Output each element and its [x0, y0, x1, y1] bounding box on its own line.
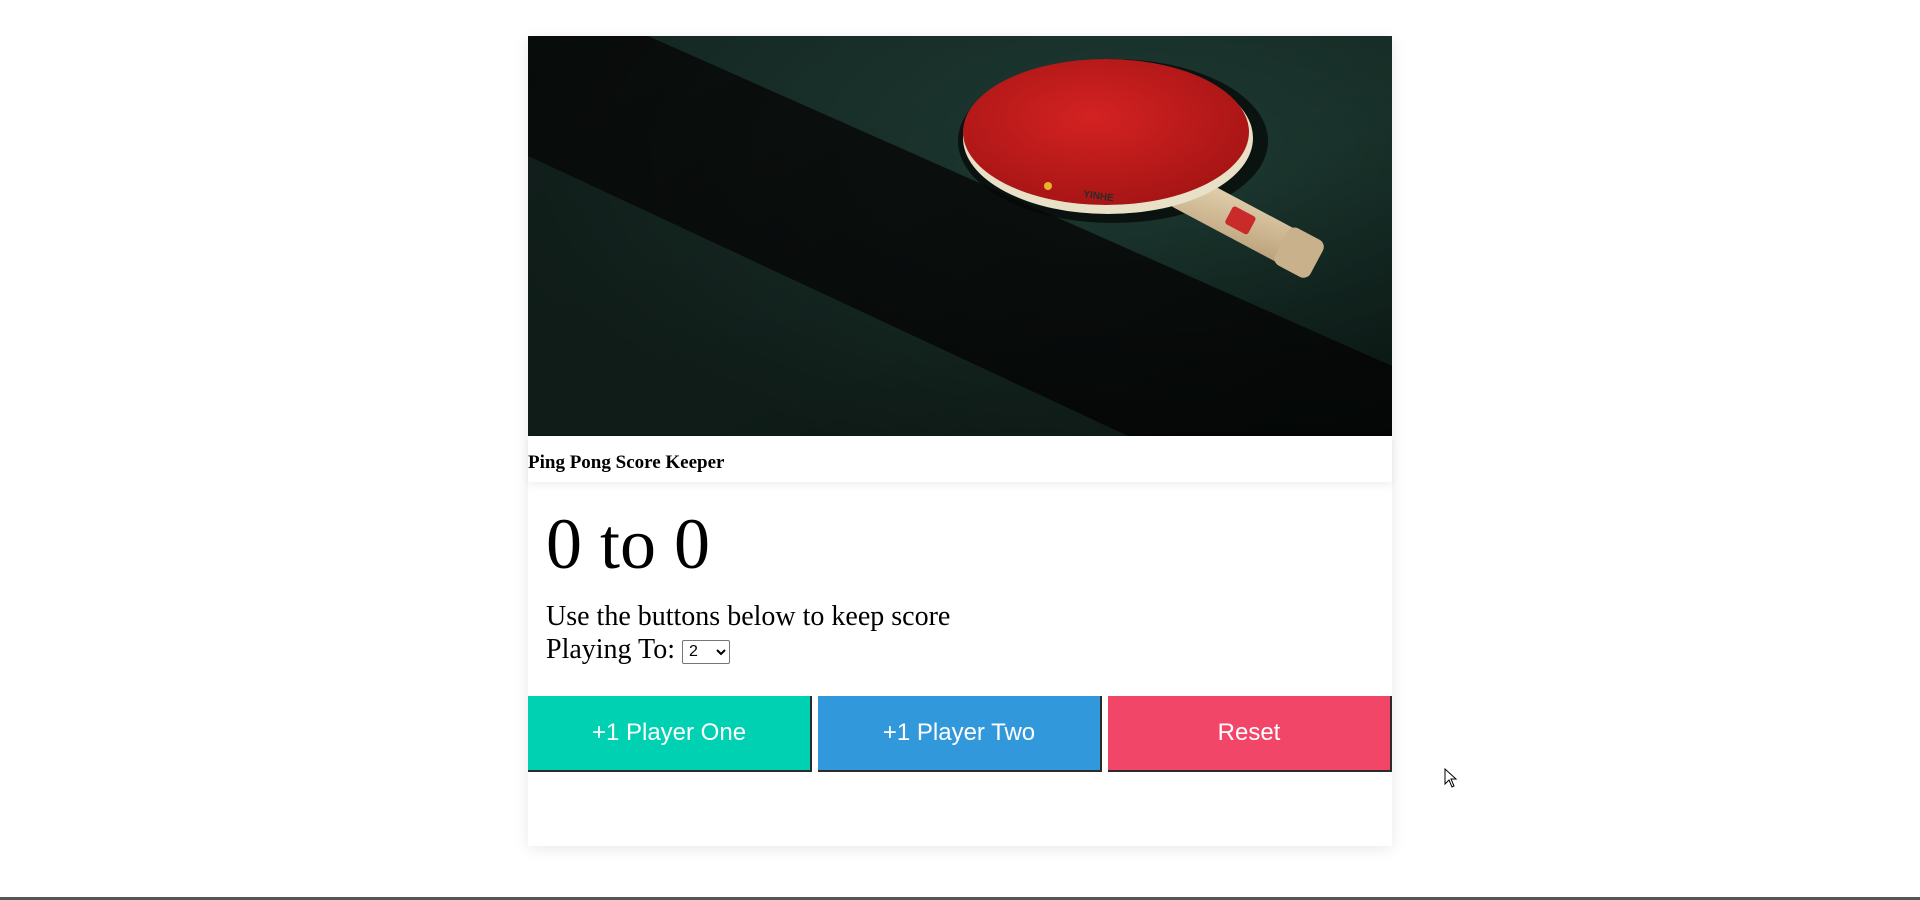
playing-to-select[interactable]: 2	[681, 639, 730, 664]
card-header: Ping Pong Score Keeper	[528, 436, 1392, 482]
player-one-button[interactable]: +1 Player One	[528, 696, 812, 772]
card-content: 0 to 0 Use the buttons below to keep sco…	[528, 482, 1392, 666]
instructions-text: Use the buttons below to keep score	[546, 601, 951, 632]
page-title: Ping Pong Score Keeper	[528, 452, 725, 473]
score-keeper-card: YINHE Ping Pong Score Keeper 0 to 0 Use …	[528, 36, 1392, 846]
ping-pong-paddle-icon: YINHE	[528, 36, 1392, 436]
score-separator: to	[600, 504, 657, 584]
ping-pong-paddle-image: YINHE	[528, 36, 1392, 436]
player-two-button[interactable]: +1 Player Two	[818, 696, 1102, 772]
score-display: 0 to 0	[546, 482, 1374, 586]
playing-to-label: Playing To:	[546, 634, 675, 665]
reset-button[interactable]: Reset	[1108, 696, 1392, 772]
player-two-score: 0	[674, 504, 711, 584]
mouse-cursor-icon	[1444, 767, 1458, 793]
page: YINHE Ping Pong Score Keeper 0 to 0 Use …	[0, 0, 1920, 900]
player-one-score: 0	[546, 504, 582, 584]
playing-to-row: Playing To: 2	[546, 633, 1374, 666]
button-bar: +1 Player One +1 Player Two Reset	[528, 696, 1392, 772]
